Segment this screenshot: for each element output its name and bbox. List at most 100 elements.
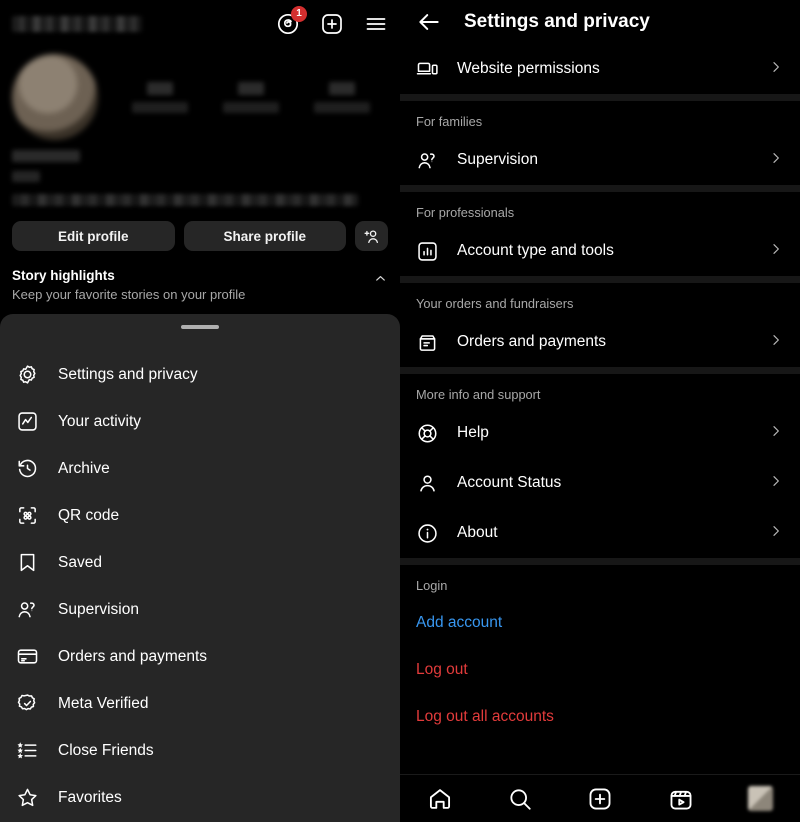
profile-topbar: 1 [0,0,400,48]
menu-item-label: Settings and privacy [58,365,198,383]
search-icon[interactable] [507,786,533,812]
section-divider [400,367,800,374]
bookmark-icon [16,551,39,574]
username-redacted[interactable] [12,16,142,32]
qr-code-icon [16,504,39,527]
settings-header: Settings and privacy [400,0,800,44]
menu-item-label: Close Friends [58,741,154,759]
profile-bio-redacted [12,150,388,182]
person-icon [416,472,439,495]
add-account-link[interactable]: Add account [400,599,800,646]
chevron-right-icon [768,332,784,353]
supervision-people-icon [416,149,439,172]
new-post-icon[interactable] [320,12,344,36]
lifebuoy-icon [416,422,439,445]
settings-row-label: Orders and payments [457,333,607,350]
menu-item-saved[interactable]: Saved [0,539,400,586]
section-heading-your-orders-and-fundraisers: Your orders and fundraisers [416,296,574,311]
threads-badge-count: 1 [291,6,307,22]
bottom-sheet-menu: Settings and privacy Your activity Archi… [0,314,400,822]
settings-row-label: Website permissions [457,60,600,77]
supervision-people-icon [16,598,39,621]
bottom-navigation-bar [400,774,800,822]
menu-item-label: Supervision [58,600,139,618]
story-highlights-section[interactable]: Story highlights Keep your favorite stor… [12,268,388,302]
star-list-icon [16,739,39,762]
settings-row-label: Account Status [457,474,562,491]
menu-item-label: QR code [58,506,120,524]
section-heading-for-professionals: For professionals [416,205,515,220]
chevron-right-icon [768,241,784,262]
edit-profile-button[interactable]: Edit profile [12,221,175,251]
menu-item-your-activity[interactable]: Your activity [0,398,400,445]
chevron-right-icon [768,150,784,171]
section-heading-for-families: For families [416,114,483,129]
log-out-link[interactable]: Log out [400,646,800,693]
menu-item-label: Favorites [58,788,122,806]
menu-item-settings-and-privacy[interactable]: Settings and privacy [0,351,400,398]
menu-item-label: Your activity [58,412,141,430]
credit-card-icon [16,645,39,668]
menu-item-label: Orders and payments [58,647,208,665]
settings-row-help[interactable]: Help [400,408,800,458]
add-person-button[interactable] [355,221,388,251]
chevron-up-icon[interactable] [373,268,388,291]
star-icon [16,786,39,809]
share-profile-button[interactable]: Share profile [183,221,346,251]
settings-panel: Settings and privacy Website permissions… [400,0,800,822]
section-divider [400,185,800,192]
chevron-right-icon [768,59,784,80]
settings-row-account-status[interactable]: Account Status [400,458,800,508]
create-icon[interactable] [587,786,613,812]
profile-avatar-stats-row [12,54,388,140]
section-heading-login: Login [416,578,448,593]
menu-hamburger-icon[interactable] [364,12,388,36]
settings-row-account-type-and-tools[interactable]: Account type and tools [400,226,800,276]
activity-chart-icon [16,410,39,433]
menu-item-label: Archive [58,459,110,477]
bar-chart-box-icon [416,240,439,263]
profile-stats [114,81,388,113]
story-highlights-title: Story highlights [12,268,115,283]
devices-icon [416,58,439,81]
menu-item-favorites[interactable]: Favorites [0,774,400,821]
settings-row-website-permissions[interactable]: Website permissions [400,44,800,94]
settings-row-label: Supervision [457,151,538,168]
log-out-all-accounts-link[interactable]: Log out all accounts [400,693,800,740]
menu-item-supervision[interactable]: Supervision [0,586,400,633]
threads-icon[interactable]: 1 [276,6,307,36]
avatar[interactable] [12,54,98,140]
menu-item-close-friends[interactable]: Close Friends [0,727,400,774]
menu-item-meta-verified[interactable]: Meta Verified [0,680,400,727]
menu-item-archive[interactable]: Archive [0,445,400,492]
menu-item-qr-code[interactable]: QR code [0,492,400,539]
profile-avatar[interactable] [747,786,773,811]
section-divider [400,94,800,101]
stat-posts[interactable] [131,81,188,113]
receipt-box-icon [416,331,439,354]
topbar-icon-group: 1 [276,6,388,36]
menu-item-label: Saved [58,553,102,571]
profile-bio-line-redacted [12,194,358,206]
page-title: Settings and privacy [464,11,650,32]
settings-row-supervision[interactable]: Supervision [400,135,800,185]
section-heading-more-info-and-support: More info and support [416,387,541,402]
back-arrow-icon[interactable] [416,9,442,35]
settings-gear-icon [16,363,39,386]
section-divider [400,276,800,283]
chevron-right-icon [768,423,784,444]
settings-row-about[interactable]: About [400,508,800,558]
verified-badge-icon [16,692,39,715]
stat-followers[interactable] [222,81,279,113]
sheet-drag-handle[interactable] [181,325,219,329]
section-divider [400,558,800,565]
story-highlights-text: Story highlights Keep your favorite stor… [12,268,245,302]
settings-row-orders-and-payments[interactable]: Orders and payments [400,317,800,367]
info-circle-icon [416,522,439,545]
archive-clock-icon [16,457,39,480]
stat-following[interactable] [314,81,371,113]
home-icon[interactable] [427,786,453,812]
reels-icon[interactable] [668,786,694,812]
menu-item-orders-and-payments[interactable]: Orders and payments [0,633,400,680]
story-highlights-subtitle: Keep your favorite stories on your profi… [12,287,246,302]
